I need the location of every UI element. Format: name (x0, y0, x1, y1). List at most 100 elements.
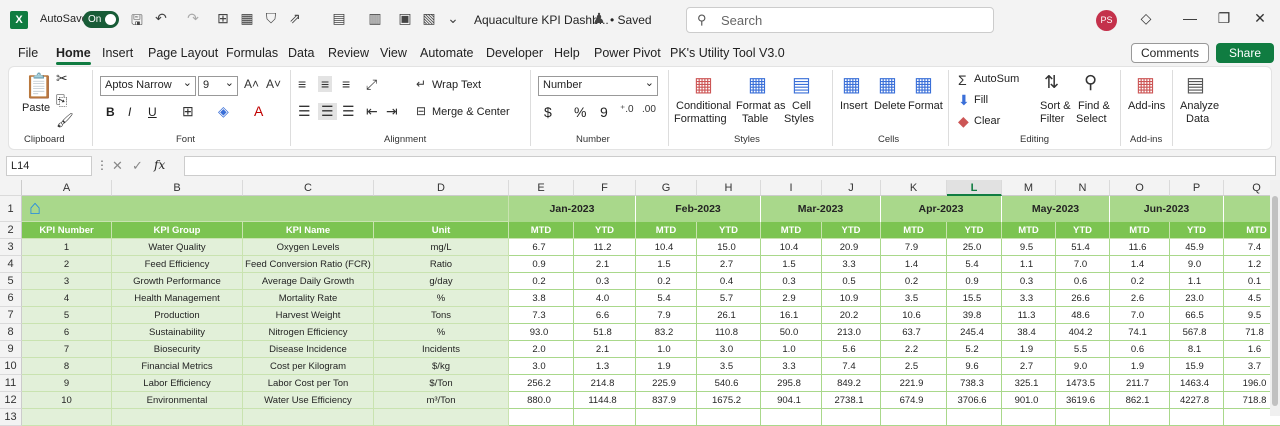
align-bottom-icon[interactable]: ≡ (342, 76, 350, 92)
clear-button[interactable]: Clear (974, 115, 1000, 127)
kpi-info-cell[interactable]: Harvest Weight (243, 307, 374, 324)
kpi-info-cell[interactable]: 9 (22, 375, 112, 392)
scroll-thumb[interactable] (1272, 196, 1278, 406)
row-header-9[interactable]: 9 (0, 341, 22, 358)
empty-cell[interactable] (881, 409, 947, 426)
kpi-value-cell[interactable]: 7.9 (881, 239, 947, 256)
close-icon[interactable]: ✕ (1250, 10, 1270, 27)
column-header-j[interactable]: J (822, 180, 881, 196)
menu-automate[interactable]: Automate (420, 46, 474, 60)
kpi-value-cell[interactable]: 51.8 (574, 324, 636, 341)
empty-cell[interactable] (1056, 409, 1110, 426)
kpi-value-cell[interactable]: 1.4 (1110, 256, 1170, 273)
column-header-c[interactable]: C (243, 180, 374, 196)
kpi-value-cell[interactable]: 4227.8 (1170, 392, 1224, 409)
kpi-value-cell[interactable]: 7.0 (1056, 256, 1110, 273)
empty-cell[interactable] (1110, 409, 1170, 426)
search-box[interactable]: ⚲ Search (686, 7, 994, 33)
redo-icon[interactable]: ↷ (184, 10, 202, 27)
kpi-value-cell[interactable]: 20.2 (822, 307, 881, 324)
kpi-value-cell[interactable]: 23.0 (1170, 290, 1224, 307)
fill-color-icon[interactable]: ◈ (218, 103, 229, 120)
kpi-value-cell[interactable]: 66.5 (1170, 307, 1224, 324)
kpi-value-cell[interactable]: 39.8 (947, 307, 1002, 324)
kpi-value-cell[interactable]: 0.9 (509, 256, 574, 273)
kpi-value-cell[interactable]: 5.6 (822, 341, 881, 358)
merge-center-button[interactable]: Merge & Center (432, 106, 510, 118)
kpi-value-cell[interactable]: 880.0 (509, 392, 574, 409)
kpi-value-cell[interactable]: 540.6 (697, 375, 761, 392)
kpi-info-cell[interactable]: Oxygen Levels (243, 239, 374, 256)
kpi-value-cell[interactable]: 0.3 (1002, 273, 1056, 290)
font-size-select[interactable]: 9 (198, 76, 238, 96)
kpi-value-cell[interactable]: 225.9 (636, 375, 697, 392)
kpi-value-cell[interactable]: 674.9 (881, 392, 947, 409)
row-header-1[interactable]: 1 (0, 196, 22, 222)
kpi-info-cell[interactable]: $/kg (374, 358, 509, 375)
decrease-decimal-icon[interactable]: .00 (642, 104, 656, 115)
kpi-info-cell[interactable]: Labor Cost per Ton (243, 375, 374, 392)
menu-formulas[interactable]: Formulas (226, 46, 278, 60)
kpi-info-cell[interactable]: $/Ton (374, 375, 509, 392)
autosum-button[interactable]: AutoSum (974, 73, 1019, 85)
kpi-info-cell[interactable]: Ratio (374, 256, 509, 273)
increase-indent-icon[interactable]: ⇥ (386, 103, 398, 120)
row-header-13[interactable]: 13 (0, 409, 22, 426)
kpi-value-cell[interactable]: 2.0 (509, 341, 574, 358)
orientation-icon[interactable]: ⤢ (366, 76, 377, 93)
kpi-value-cell[interactable]: 93.0 (509, 324, 574, 341)
conditional-label[interactable]: Conditional (676, 100, 731, 112)
align-right-icon[interactable]: ☰ (342, 103, 355, 120)
filter-label[interactable]: Filter (1040, 113, 1064, 125)
kpi-value-cell[interactable]: 2.7 (697, 256, 761, 273)
kpi-value-cell[interactable]: 837.9 (636, 392, 697, 409)
kpi-info-cell[interactable]: Mortality Rate (243, 290, 374, 307)
autosave-toggle[interactable]: On (83, 11, 119, 28)
kpi-value-cell[interactable]: 3.0 (697, 341, 761, 358)
kpi-value-cell[interactable]: 25.0 (947, 239, 1002, 256)
kpi-value-cell[interactable]: 901.0 (1002, 392, 1056, 409)
kpi-info-cell[interactable]: % (374, 324, 509, 341)
kpi-info-cell[interactable]: Sustainability (112, 324, 243, 341)
kpi-value-cell[interactable]: 3619.6 (1056, 392, 1110, 409)
empty-cell[interactable] (1170, 409, 1224, 426)
diamond-icon[interactable]: ◇ (1136, 10, 1156, 27)
empty-cell[interactable] (947, 409, 1002, 426)
kpi-value-cell[interactable]: 1.1 (1002, 256, 1056, 273)
kpi-value-cell[interactable]: 5.2 (947, 341, 1002, 358)
menu-file[interactable]: File (18, 46, 38, 60)
kpi-value-cell[interactable]: 211.7 (1110, 375, 1170, 392)
column-header-b[interactable]: B (112, 180, 243, 196)
kpi-value-cell[interactable]: 1.4 (881, 256, 947, 273)
select-all-corner[interactable] (0, 180, 22, 196)
minimize-icon[interactable]: — (1180, 10, 1200, 26)
kpi-info-cell[interactable]: Water Quality (112, 239, 243, 256)
kpi-info-cell[interactable]: Cost per Kilogram (243, 358, 374, 375)
kpi-value-cell[interactable]: 0.6 (1110, 341, 1170, 358)
kpi-value-cell[interactable]: 15.9 (1170, 358, 1224, 375)
format-cells-button[interactable]: Format (908, 100, 943, 112)
kpi-value-cell[interactable]: 3.0 (509, 358, 574, 375)
kpi-value-cell[interactable]: 214.8 (574, 375, 636, 392)
font-color-icon[interactable]: A (254, 103, 263, 119)
columns-icon[interactable]: ▥ (366, 10, 384, 27)
paste-values-icon[interactable]: ▤ (330, 10, 348, 27)
column-header-i[interactable]: I (761, 180, 822, 196)
sensitivity-icon[interactable]: ♟ (590, 10, 608, 27)
empty-cell[interactable] (697, 409, 761, 426)
customize-toolbar-icon[interactable]: ⌄ (444, 10, 462, 27)
menu-insert[interactable]: Insert (102, 46, 133, 60)
align-center-icon[interactable]: ☰ (318, 103, 337, 120)
kpi-value-cell[interactable]: 3.3 (1002, 290, 1056, 307)
kpi-value-cell[interactable]: 26.6 (1056, 290, 1110, 307)
percent-button[interactable]: % (574, 104, 586, 120)
kpi-value-cell[interactable]: 7.4 (822, 358, 881, 375)
kpi-value-cell[interactable]: 48.6 (1056, 307, 1110, 324)
kpi-info-cell[interactable]: 10 (22, 392, 112, 409)
kpi-value-cell[interactable]: 862.1 (1110, 392, 1170, 409)
empty-cell[interactable] (822, 409, 881, 426)
kpi-info-cell[interactable]: Growth Performance (112, 273, 243, 290)
kpi-value-cell[interactable]: 1.9 (636, 358, 697, 375)
empty-cell[interactable] (112, 409, 243, 426)
wrap-text-button[interactable]: Wrap Text (432, 79, 481, 91)
